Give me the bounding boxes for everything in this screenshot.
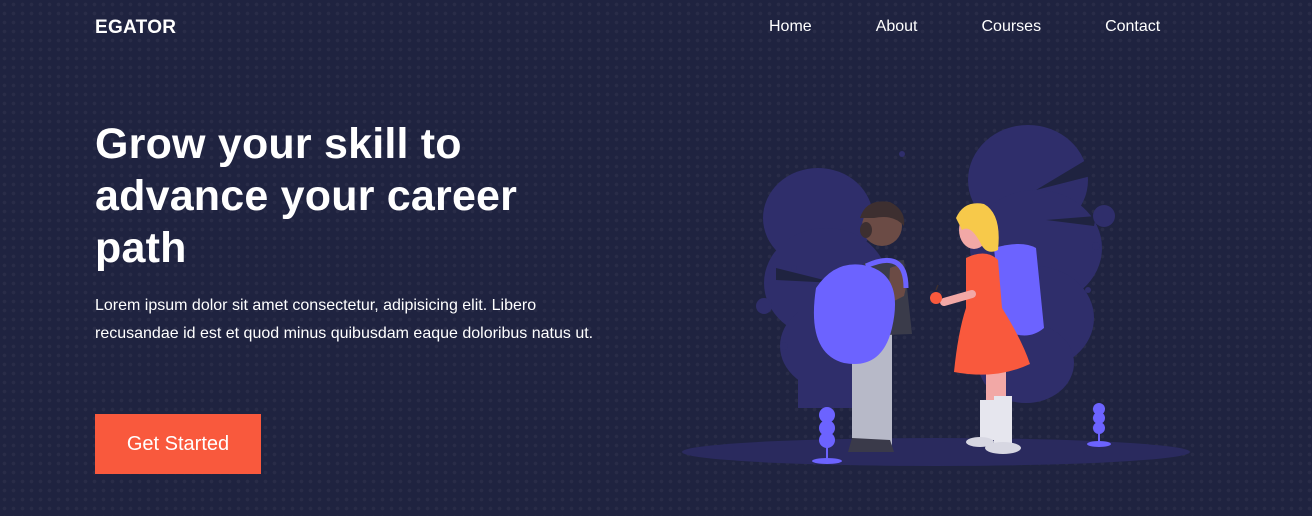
brand-logo[interactable]: EGATOR <box>95 17 176 39</box>
students-with-backpacks-illustration <box>682 125 1190 466</box>
nav-links: Home About Courses Contact <box>769 18 1160 36</box>
get-started-button[interactable]: Get Started <box>95 414 261 474</box>
nav-link-contact[interactable]: Contact <box>1105 18 1160 36</box>
nav-link-home[interactable]: Home <box>769 18 812 36</box>
navbar: EGATOR Home About Courses Contact <box>0 0 1312 56</box>
hero-title: Grow your skill to advance your career p… <box>95 120 518 272</box>
plant-right <box>1087 403 1111 447</box>
ground-shadow <box>682 438 1190 466</box>
nav-link-about[interactable]: About <box>876 18 918 36</box>
hero-description: Lorem ipsum dolor sit amet consectetur, … <box>95 297 594 342</box>
nav-link-courses[interactable]: Courses <box>982 18 1042 36</box>
